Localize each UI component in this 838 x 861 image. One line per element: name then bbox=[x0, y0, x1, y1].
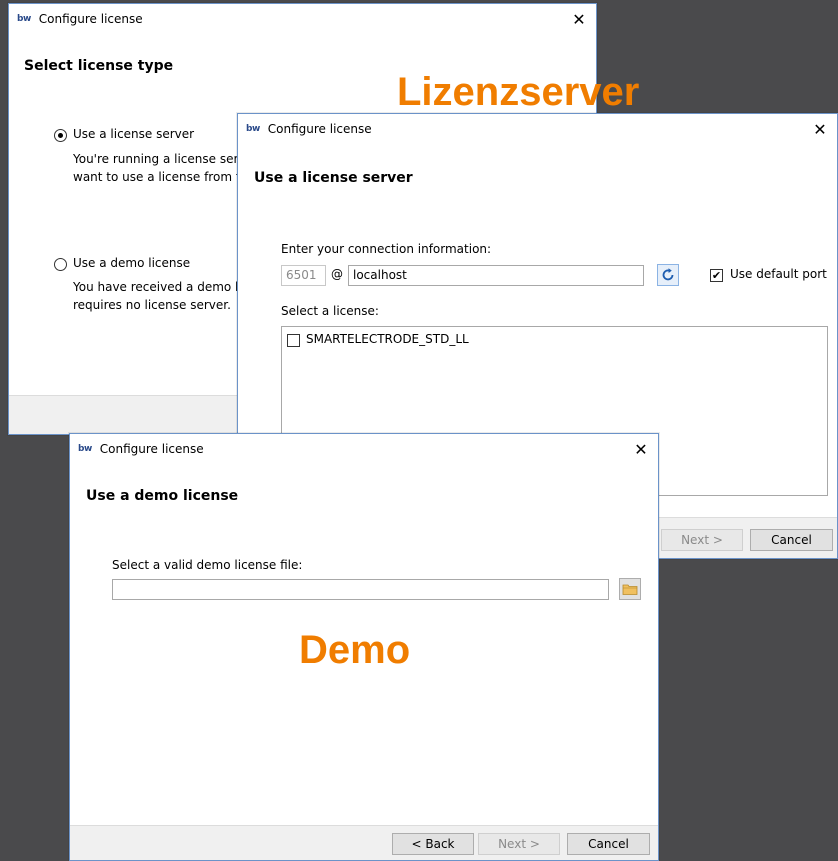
demo-file-label: Select a valid demo license file: bbox=[112, 558, 303, 572]
connection-info-label: Enter your connection information: bbox=[281, 242, 492, 256]
at-symbol: @ bbox=[331, 267, 343, 281]
window-title: Configure license bbox=[38, 12, 143, 26]
title-bar[interactable]: bw Configure license ✕ bbox=[70, 434, 658, 464]
host-field[interactable]: localhost bbox=[348, 265, 644, 286]
next-button[interactable]: Next > bbox=[661, 529, 743, 551]
annotation-demo: Demo bbox=[299, 628, 411, 672]
use-default-port-label[interactable]: Use default port bbox=[730, 267, 827, 281]
annotation-lizenzserver: Lizenzserver bbox=[397, 70, 640, 114]
cancel-button[interactable]: Cancel bbox=[750, 529, 833, 551]
close-icon[interactable]: ✕ bbox=[624, 434, 658, 464]
demo-license-description-line2: requires no license server. bbox=[73, 298, 231, 312]
radio-license-server-label[interactable]: Use a license server bbox=[73, 127, 194, 141]
window-title: Configure license bbox=[99, 442, 204, 456]
page-title: Use a demo license bbox=[86, 488, 239, 504]
browse-button[interactable] bbox=[619, 578, 641, 600]
window-title: Configure license bbox=[267, 122, 372, 136]
folder-icon bbox=[622, 584, 638, 595]
radio-license-server[interactable] bbox=[54, 129, 67, 142]
close-icon[interactable]: ✕ bbox=[562, 4, 596, 34]
radio-demo-license[interactable] bbox=[54, 258, 67, 271]
title-bar[interactable]: bw Configure license ✕ bbox=[9, 4, 596, 34]
cancel-button[interactable]: Cancel bbox=[567, 833, 650, 855]
next-button[interactable]: Next > bbox=[478, 833, 560, 855]
app-logo-icon: bw bbox=[17, 14, 31, 24]
radio-demo-license-label[interactable]: Use a demo license bbox=[73, 256, 190, 270]
select-license-label: Select a license: bbox=[281, 304, 379, 318]
demo-file-field[interactable] bbox=[112, 579, 609, 600]
close-icon[interactable]: ✕ bbox=[803, 114, 837, 144]
title-bar[interactable]: bw Configure license ✕ bbox=[238, 114, 837, 144]
refresh-icon bbox=[662, 268, 674, 281]
app-logo-icon: bw bbox=[78, 444, 92, 454]
port-field[interactable]: 6501 bbox=[281, 265, 326, 286]
app-logo-icon: bw bbox=[246, 124, 260, 134]
refresh-button[interactable] bbox=[657, 264, 679, 286]
use-default-port-checkbox[interactable]: ✔ bbox=[710, 269, 723, 282]
demo-license-description-line1: You have received a demo li bbox=[73, 280, 242, 294]
page-title: Use a license server bbox=[254, 170, 413, 186]
license-item-label[interactable]: SMARTELECTRODE_STD_LL bbox=[306, 332, 469, 346]
license-server-description-line1: You're running a license serv bbox=[73, 152, 246, 166]
footer-area: < Back Next > Cancel bbox=[70, 826, 658, 860]
license-item-checkbox[interactable] bbox=[287, 334, 300, 347]
license-server-description-line2: want to use a license from th bbox=[73, 170, 249, 184]
back-button[interactable]: < Back bbox=[392, 833, 474, 855]
page-title: Select license type bbox=[24, 58, 174, 74]
